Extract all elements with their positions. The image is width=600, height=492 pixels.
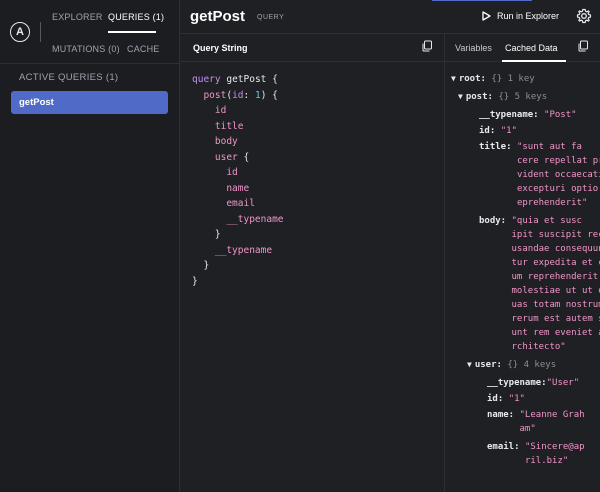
code-field: id — [214, 105, 227, 116]
tree-value: "quia et susc ipit suscipit rec usandae … — [511, 216, 600, 352]
tree-key: root: — [458, 74, 486, 84]
code-number: 1 — [254, 89, 261, 101]
sidebar: A EXPLORER QUERIES (1) MUTATIONS (0) CAC… — [0, 0, 180, 492]
tree-key: post: — [465, 92, 493, 102]
tree-value: "1" — [500, 126, 517, 136]
query-panel-header: Query String — [180, 34, 445, 62]
tab-cached-data[interactable]: Cached Data — [505, 43, 558, 53]
tab-queries[interactable]: QUERIES (1) — [108, 12, 164, 22]
query-panel-title: Query String — [193, 43, 248, 53]
operation-type-badge: QUERY — [257, 14, 285, 21]
tree-entry: body: "quia et susc ipit suscipit rec us… — [479, 214, 600, 354]
tree-node-user[interactable]: ▼ user: {} 4 keys — [467, 358, 556, 372]
gear-icon[interactable] — [576, 8, 592, 24]
tree-value: "Post" — [544, 110, 577, 120]
tree-entry: email: "Sincere@ap ril.biz" — [487, 440, 585, 468]
tree-entry: id: "1" — [479, 124, 517, 138]
code-field: id — [226, 167, 238, 178]
code-field: user — [214, 151, 238, 163]
apollo-logo-icon: A — [10, 22, 30, 42]
sidebar-divider — [0, 63, 180, 64]
run-in-explorer-button[interactable]: Run in Explorer — [482, 11, 559, 21]
query-list-item[interactable]: getPost — [11, 91, 168, 114]
active-tab-indicator — [502, 60, 566, 62]
code-field: post — [203, 89, 227, 101]
tree-meta: {} 4 keys — [507, 360, 557, 370]
tree-meta: {} 5 keys — [498, 92, 548, 102]
tree-value: "User" — [546, 378, 580, 388]
collapse-triangle-icon[interactable]: ▼ — [467, 360, 472, 369]
tab-explorer[interactable]: EXPLORER — [52, 12, 103, 22]
code-operation-name: getPost — [226, 74, 267, 85]
page-title: getPost — [190, 8, 246, 25]
active-tab-indicator — [108, 31, 156, 33]
code-field: name — [226, 182, 250, 194]
run-in-explorer-label: Run in Explorer — [497, 11, 560, 21]
logo-divider — [40, 22, 41, 42]
tree-key: __typename: — [487, 378, 547, 388]
copy-icon[interactable] — [421, 40, 433, 52]
tree-entry: __typename: "Post" — [479, 108, 577, 122]
query-code: query getPost { post(id: 1) { id title b… — [192, 74, 284, 287]
query-string-panel: Query String query getPost { post(id: 1)… — [180, 34, 445, 492]
query-list-item-label: getPost — [19, 97, 54, 108]
tree-value: "Sincere@ap ril.biz" — [524, 442, 585, 466]
code-field: body — [214, 136, 238, 147]
tree-key: id: — [487, 394, 504, 404]
tree-meta: {} 1 key — [491, 74, 535, 84]
tree-key: __typename: — [479, 110, 539, 120]
tab-cache[interactable]: CACHE — [127, 44, 160, 54]
code-argument: id — [232, 89, 244, 101]
code-field: __typename — [226, 213, 284, 225]
tree-key: body: — [479, 216, 507, 226]
copy-icon[interactable] — [577, 40, 589, 52]
tree-node-root[interactable]: ▼ root: {} 1 key — [451, 72, 535, 86]
data-panel-tabs: Variables Cached Data — [445, 34, 600, 62]
tab-variables[interactable]: Variables — [455, 43, 492, 53]
tree-key: name: — [487, 410, 515, 420]
collapse-triangle-icon[interactable]: ▼ — [451, 74, 456, 83]
tree-entry: __typename:"User" — [487, 376, 579, 390]
code-field: email — [226, 198, 255, 209]
header: getPost QUERY Run in Explorer — [180, 0, 600, 34]
collapse-triangle-icon[interactable]: ▼ — [458, 92, 463, 101]
code-keyword: query — [192, 74, 221, 85]
cached-data-panel: Variables Cached Data ▼ root: {} 1 key ▼ p… — [445, 34, 600, 492]
tree-value: "1" — [508, 394, 525, 404]
code-field: __typename — [214, 244, 273, 256]
tree-entry: name: "Leanne Grah am" — [487, 408, 585, 436]
tree-key: user: — [474, 360, 502, 370]
tree-key: title: — [479, 142, 512, 152]
top-accent-bar — [432, 0, 532, 1]
tree-entry: id: "1" — [487, 392, 525, 406]
code-field: title — [214, 120, 244, 132]
tree-value: "Leanne Grah am" — [519, 410, 585, 434]
tree-node-post[interactable]: ▼ post: {} 5 keys — [458, 90, 547, 104]
tree-key: id: — [479, 126, 496, 136]
tree-key: email: — [487, 442, 520, 452]
tree-entry: title: "sunt aut fa cere repellat pro vi… — [479, 140, 600, 210]
active-queries-heading: ACTIVE QUERIES (1) — [19, 72, 119, 83]
play-icon — [482, 11, 491, 21]
tree-value: "sunt aut fa cere repellat pro vident oc… — [516, 142, 600, 208]
tab-mutations[interactable]: MUTATIONS (0) — [52, 44, 120, 54]
